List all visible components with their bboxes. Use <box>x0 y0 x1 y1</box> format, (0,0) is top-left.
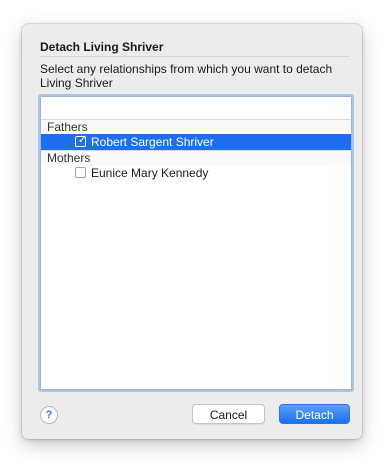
desktop-background: Detach Living Shriver Select any relatio… <box>0 0 385 463</box>
checkmark-icon: ✓ <box>78 135 87 146</box>
list-item-eunice-mary-kennedy[interactable]: Eunice Mary Kennedy <box>41 165 351 181</box>
relationships-list[interactable]: Fathers ✓ Robert Sargent Shriver Mothers… <box>40 96 352 390</box>
list-item-robert-sargent-shriver[interactable]: ✓ Robert Sargent Shriver <box>41 134 351 150</box>
detach-dialog: Detach Living Shriver Select any relatio… <box>22 24 362 439</box>
cancel-button[interactable]: Cancel <box>192 404 265 424</box>
checkbox-robert-sargent-shriver[interactable]: ✓ <box>75 135 87 147</box>
checkbox-eunice-mary-kennedy[interactable] <box>75 167 86 178</box>
dialog-title: Detach Living Shriver <box>40 40 164 54</box>
group-header-mothers: Mothers <box>41 150 351 165</box>
title-divider <box>40 56 350 57</box>
help-button[interactable]: ? <box>40 406 58 424</box>
detach-button[interactable]: Detach <box>279 404 350 424</box>
list-item-label: Robert Sargent Shriver <box>91 135 214 149</box>
dialog-description: Select any relationships from which you … <box>40 62 333 90</box>
relationships-list-content: Fathers ✓ Robert Sargent Shriver Mothers… <box>41 119 351 181</box>
list-item-label: Eunice Mary Kennedy <box>91 166 209 180</box>
group-header-fathers: Fathers <box>41 119 351 134</box>
